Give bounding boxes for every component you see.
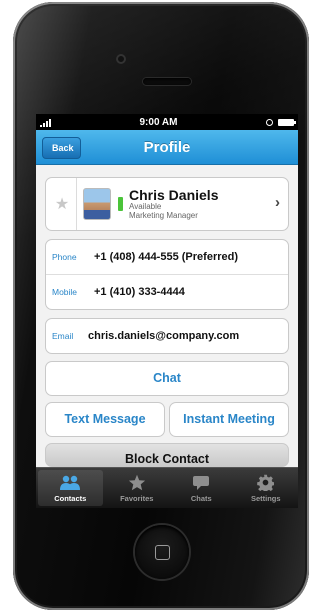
avatar [83,188,111,220]
back-button[interactable]: Back [42,137,81,159]
chat-button[interactable]: Chat [45,361,289,396]
action-buttons-row: Text Message Instant Meeting [45,402,289,437]
rotation-lock-icon [265,118,273,126]
battery-icon [277,118,296,126]
divider [76,178,77,230]
tab-label: Settings [250,493,281,503]
people-icon [59,474,81,492]
tab-label: Contacts [54,493,87,503]
favorite-star-icon[interactable]: ★ [51,194,73,214]
home-button[interactable] [135,525,189,579]
tab-contacts[interactable]: Contacts [38,470,103,506]
earpiece-speaker [143,78,191,85]
mobile-label: Mobile [52,287,78,297]
tab-chats[interactable]: Chats [169,468,234,508]
signal-icon [40,118,51,127]
gear-icon [257,474,275,492]
tab-bar: Contacts Favorites Chats Settings [36,467,298,508]
phone-screen: 9:00 AM Back Profile ★ Chris Daniels Ava… [36,114,298,508]
phone-numbers-group: Phone +1 (408) 444-555 (Preferred) Mobil… [45,239,289,310]
block-contact-button[interactable]: Block Contact [45,443,289,467]
mobile-row[interactable]: Mobile +1 (410) 333-4444 [46,274,288,309]
front-camera [116,54,126,64]
email-value: chris.daniels@company.com [88,330,240,342]
presence-indicator [118,197,123,211]
profile-content: ★ Chris Daniels Available Marketing Mana… [36,177,298,467]
star-icon [128,474,146,492]
tab-favorites[interactable]: Favorites [105,468,170,508]
chat-bubble-icon [192,474,210,492]
email-label: Email [52,331,74,341]
profile-info: Chris Daniels Available Marketing Manage… [129,186,219,221]
email-group: Email chris.daniels@company.com [45,318,289,354]
phone-value: +1 (408) 444-555 (Preferred) [94,251,238,263]
page-title: Profile [143,138,191,156]
home-square-icon [155,545,170,560]
nav-bar: Back Profile [36,130,298,165]
profile-card[interactable]: ★ Chris Daniels Available Marketing Mana… [45,177,289,231]
status-time: 9:00 AM [139,116,178,128]
instant-meeting-button[interactable]: Instant Meeting [169,402,289,437]
email-row[interactable]: Email chris.daniels@company.com [46,319,288,353]
tab-label: Favorites [120,493,154,503]
tab-settings[interactable]: Settings [234,468,299,508]
tab-label: Chats [190,493,212,503]
phone-label: Phone [52,252,77,262]
phone-row[interactable]: Phone +1 (408) 444-555 (Preferred) [46,240,288,274]
contact-name: Chris Daniels [129,186,219,203]
job-title: Marketing Manager [129,210,198,220]
text-message-button[interactable]: Text Message [45,402,165,437]
status-bar: 9:00 AM [36,114,298,130]
chevron-right-icon: › [275,194,280,211]
mobile-value: +1 (410) 333-4444 [94,286,185,298]
